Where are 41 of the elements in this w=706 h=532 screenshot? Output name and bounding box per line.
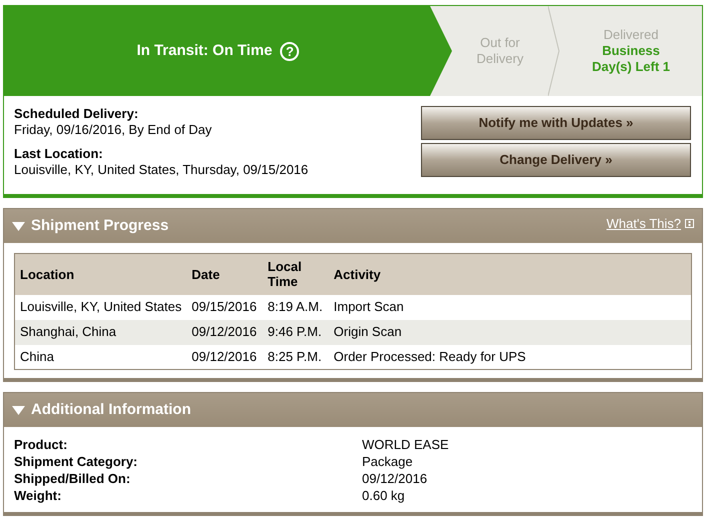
step-label: Out for Delivery bbox=[476, 35, 524, 67]
table-cell: Shanghai, China bbox=[14, 320, 187, 344]
collapse-triangle-icon[interactable] bbox=[12, 406, 25, 414]
field-value: Package bbox=[362, 453, 414, 470]
field-label: Product: bbox=[14, 436, 68, 453]
field-label: Shipped/Billed On: bbox=[14, 470, 132, 487]
field-value: 0.60 kg bbox=[362, 487, 406, 504]
table-cell: 9:46 P.M. bbox=[262, 320, 329, 344]
field-value: Louisville, KY, United States, Thursday, 09/15/2016 bbox=[14, 162, 308, 178]
action-button[interactable]: Change Delivery » bbox=[421, 143, 691, 177]
field-label: Weight: bbox=[14, 487, 62, 504]
table-cell: Origin Scan bbox=[328, 320, 692, 344]
field-label: Last Location: bbox=[14, 146, 104, 162]
action-button[interactable]: Notify me with Updates » bbox=[421, 106, 691, 140]
help-icon[interactable] bbox=[685, 219, 694, 228]
field-label: Scheduled Delivery: bbox=[14, 106, 140, 122]
whats-this-link[interactable]: What's This? bbox=[606, 214, 681, 234]
section-title[interactable]: Shipment Progress bbox=[31, 214, 169, 238]
step-label: In Transit: On Time bbox=[136, 43, 272, 59]
help-button[interactable]: ? bbox=[280, 42, 300, 60]
table-cell: China bbox=[14, 344, 187, 370]
field-value: 09/12/2016 bbox=[362, 470, 428, 487]
table-cell: 09/12/2016 bbox=[186, 320, 263, 344]
table-cell: 09/12/2016 bbox=[186, 344, 263, 370]
table-cell: 8:25 P.M. bbox=[262, 344, 329, 370]
step-label: Delivered bbox=[604, 27, 658, 43]
table-cell: 09/15/2016 bbox=[186, 294, 263, 320]
field-value: WORLD EASE bbox=[362, 436, 450, 453]
column-header: Location bbox=[14, 254, 187, 294]
table-cell: Louisville, KY, United States bbox=[14, 294, 187, 320]
table-cell: Order Processed: Ready for UPS bbox=[328, 344, 692, 370]
field-value: Friday, 09/16/2016, By End of Day bbox=[14, 122, 213, 138]
field-label: Shipment Category: bbox=[14, 453, 139, 470]
column-header: Local Time bbox=[262, 254, 329, 294]
collapse-triangle-icon[interactable] bbox=[12, 222, 25, 230]
column-header: Date bbox=[186, 254, 263, 294]
days-left-text: Business Day(s) Left 1 bbox=[590, 43, 672, 75]
column-header: Activity bbox=[328, 254, 692, 294]
table-cell: 8:19 A.M. bbox=[262, 294, 329, 320]
table-cell: Import Scan bbox=[328, 294, 692, 320]
section-title[interactable]: Additional Information bbox=[31, 398, 191, 422]
